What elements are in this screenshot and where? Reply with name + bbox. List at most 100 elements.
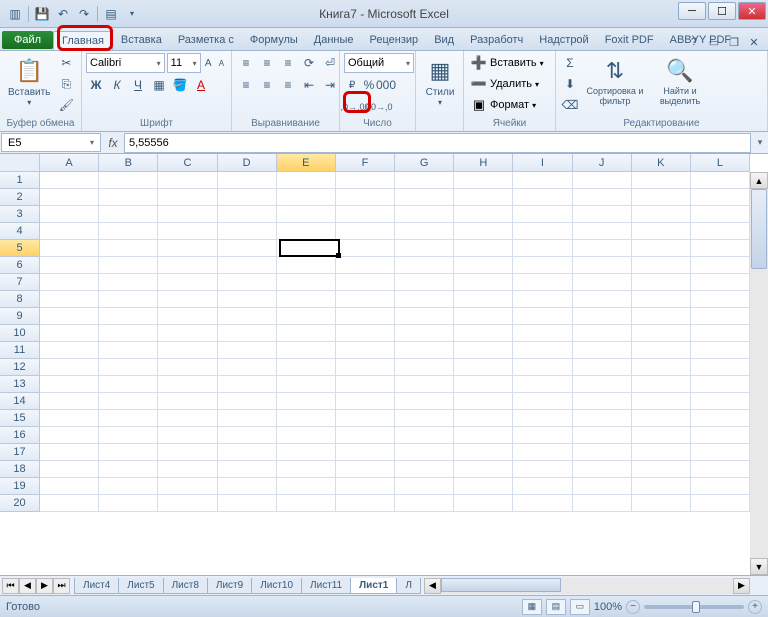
cell[interactable]	[277, 342, 336, 359]
cell[interactable]	[336, 274, 395, 291]
cell[interactable]	[40, 257, 99, 274]
sheet-tab[interactable]: Лист4	[74, 578, 119, 594]
cell[interactable]	[40, 172, 99, 189]
cell[interactable]	[395, 495, 454, 512]
cell[interactable]	[99, 308, 158, 325]
cell[interactable]	[573, 393, 632, 410]
cell[interactable]	[277, 172, 336, 189]
row-header[interactable]: 14	[0, 393, 40, 410]
cell[interactable]	[395, 444, 454, 461]
cell[interactable]	[573, 257, 632, 274]
cell[interactable]	[218, 206, 277, 223]
cell[interactable]	[277, 427, 336, 444]
cell[interactable]	[454, 325, 513, 342]
cell[interactable]	[454, 291, 513, 308]
cell[interactable]	[513, 274, 572, 291]
cell[interactable]	[632, 444, 691, 461]
cell[interactable]	[40, 410, 99, 427]
row-header[interactable]: 9	[0, 308, 40, 325]
tab-вид[interactable]: Вид	[426, 31, 462, 50]
cell[interactable]	[454, 393, 513, 410]
cell[interactable]	[40, 206, 99, 223]
column-header[interactable]: I	[513, 154, 572, 172]
cell[interactable]	[158, 393, 217, 410]
cell[interactable]	[691, 359, 750, 376]
cell[interactable]	[632, 359, 691, 376]
scroll-up-icon[interactable]: ▲	[750, 172, 768, 189]
cell[interactable]	[158, 495, 217, 512]
delete-cells-button[interactable]: ➖Удалить▾	[468, 74, 551, 94]
row-header[interactable]: 4	[0, 223, 40, 240]
fill-icon[interactable]: ⬇	[560, 74, 580, 94]
cell[interactable]	[395, 342, 454, 359]
row-header[interactable]: 15	[0, 410, 40, 427]
cell[interactable]	[513, 359, 572, 376]
vertical-scrollbar[interactable]: ▲ ▼	[750, 172, 768, 575]
wrap-text-icon[interactable]: ⏎	[320, 53, 340, 73]
column-header[interactable]: F	[336, 154, 395, 172]
cell[interactable]	[99, 206, 158, 223]
cell[interactable]	[454, 495, 513, 512]
cell[interactable]	[454, 274, 513, 291]
cell[interactable]	[277, 444, 336, 461]
cell[interactable]	[691, 240, 750, 257]
scroll-thumb[interactable]	[751, 189, 767, 269]
cell[interactable]	[99, 342, 158, 359]
cell[interactable]	[454, 172, 513, 189]
cell[interactable]	[40, 444, 99, 461]
cell[interactable]	[158, 427, 217, 444]
row-header[interactable]: 8	[0, 291, 40, 308]
cell[interactable]	[632, 274, 691, 291]
cell[interactable]	[632, 478, 691, 495]
column-header[interactable]: D	[218, 154, 277, 172]
cell[interactable]	[99, 410, 158, 427]
row-header[interactable]: 6	[0, 257, 40, 274]
first-sheet-icon[interactable]: ⏮	[2, 578, 19, 594]
cell[interactable]	[395, 427, 454, 444]
cell[interactable]	[632, 172, 691, 189]
cell[interactable]	[513, 257, 572, 274]
cell[interactable]	[691, 393, 750, 410]
zoom-out-button[interactable]: −	[626, 600, 640, 614]
qat-item[interactable]: ▤	[101, 4, 121, 24]
border-icon[interactable]: ▦	[149, 75, 169, 95]
cell[interactable]	[158, 359, 217, 376]
cell[interactable]	[336, 444, 395, 461]
row-header[interactable]: 12	[0, 359, 40, 376]
cell[interactable]	[336, 308, 395, 325]
cell[interactable]	[454, 376, 513, 393]
cell[interactable]	[395, 393, 454, 410]
zoom-knob[interactable]	[692, 601, 700, 613]
cell[interactable]	[336, 359, 395, 376]
cell[interactable]	[632, 206, 691, 223]
cell[interactable]	[40, 427, 99, 444]
cell[interactable]	[40, 240, 99, 257]
align-top-icon[interactable]: ≡	[236, 53, 256, 73]
cell[interactable]	[99, 444, 158, 461]
cells-area[interactable]: 5,55556	[40, 172, 750, 575]
cell[interactable]	[395, 223, 454, 240]
cell[interactable]	[336, 393, 395, 410]
cell[interactable]	[632, 427, 691, 444]
tab-рецензир[interactable]: Рецензир	[362, 31, 427, 50]
cell[interactable]	[218, 410, 277, 427]
cell[interactable]	[395, 240, 454, 257]
cell[interactable]	[632, 189, 691, 206]
column-header[interactable]: K	[632, 154, 691, 172]
cell[interactable]	[40, 189, 99, 206]
cell[interactable]	[573, 291, 632, 308]
sheet-tab[interactable]: Лист5	[118, 578, 163, 594]
cell[interactable]	[513, 291, 572, 308]
decrease-indent-icon[interactable]: ⇤	[299, 75, 319, 95]
sheet-tab[interactable]: Лист10	[251, 578, 302, 594]
column-header[interactable]: L	[691, 154, 750, 172]
cell[interactable]	[99, 240, 158, 257]
cell[interactable]	[99, 172, 158, 189]
cell[interactable]	[99, 495, 158, 512]
undo-icon[interactable]: ↶	[53, 4, 73, 24]
cell[interactable]	[513, 342, 572, 359]
underline-button[interactable]: Ч	[128, 75, 148, 95]
cell[interactable]	[158, 444, 217, 461]
cell[interactable]	[691, 257, 750, 274]
cell[interactable]	[277, 223, 336, 240]
